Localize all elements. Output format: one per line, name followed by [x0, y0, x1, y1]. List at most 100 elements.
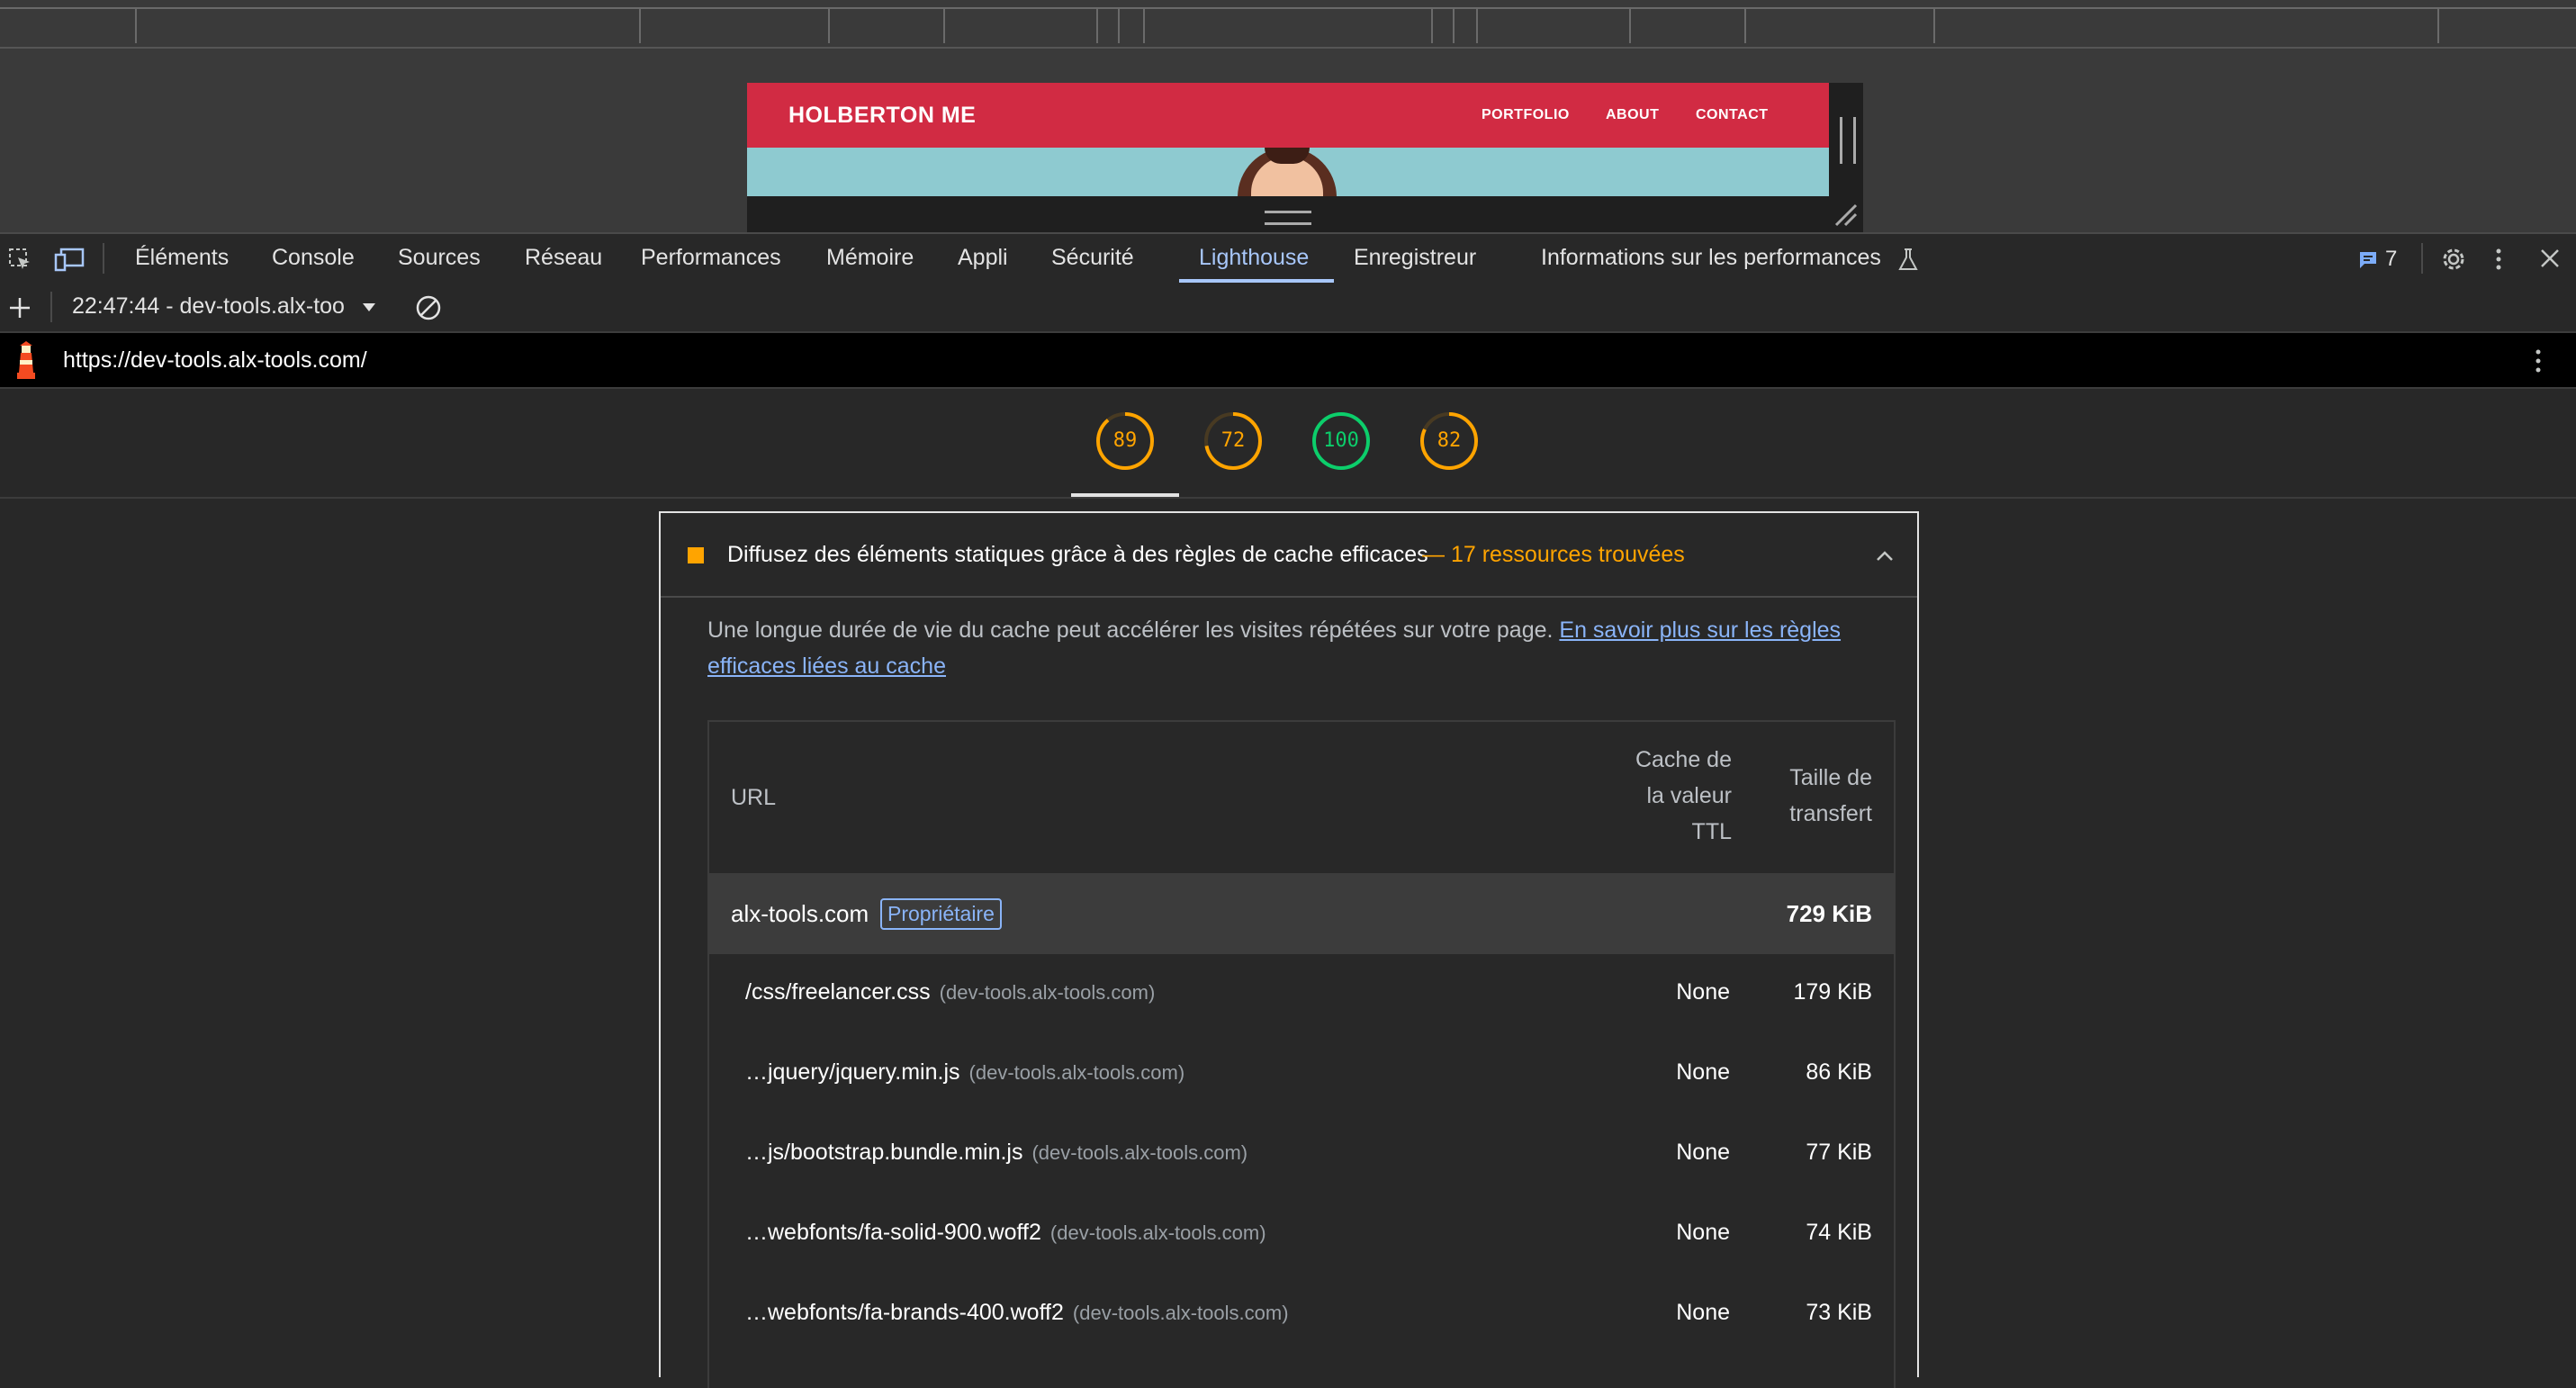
ruler-tick	[1118, 9, 1120, 43]
issues-count: 7	[2385, 247, 2398, 271]
ruler-tick	[135, 9, 137, 43]
gauge-score: 82	[1437, 429, 1462, 452]
resource-path: /css/freelancer.css	[745, 979, 931, 1005]
report-url[interactable]: https://dev-tools.alx-tools.com/	[63, 347, 367, 374]
resource-size: 179 KiB	[1793, 979, 1872, 1005]
table-row: /css/freelancer.css (dev-tools.alx-tools.…	[709, 954, 1894, 1034]
resource-url[interactable]: …webfonts/fa-solid-900.woff2 (dev-tools.a…	[745, 1220, 1266, 1246]
gauge-active-indicator	[1071, 493, 1179, 497]
table-row: …jquery/jquery.min.js (dev-tools.alx-tool…	[709, 1034, 1894, 1114]
devtools-tabbar: Éléments Console Sources Réseau Performa…	[0, 232, 2576, 286]
gauge-score: 89	[1112, 429, 1138, 452]
gauge-best-practices[interactable]: 100	[1311, 410, 1372, 472]
resource-host: (dev-tools.alx-tools.com)	[1072, 1302, 1289, 1324]
resource-size: 77 KiB	[1806, 1140, 1872, 1165]
chevron-up-icon[interactable]	[1872, 544, 1897, 569]
resource-ttl: None	[1676, 1300, 1730, 1325]
resource-size: 86 KiB	[1806, 1059, 1872, 1085]
audit-description: Une longue durée de vie du cache peut ac…	[707, 612, 1905, 684]
inspect-icon[interactable]	[7, 247, 32, 272]
resource-path: …webfonts/fa-brands-400.woff2	[745, 1300, 1064, 1325]
resource-path: …webfonts/fa-solid-900.woff2	[745, 1220, 1041, 1245]
column-cache-ttl-line: Cache de	[1635, 747, 1732, 772]
ruler-tick	[639, 9, 641, 43]
tab-elements[interactable]: Éléments	[135, 245, 229, 271]
report-selector-value: 22:47:44 - dev-tools.alx-too	[72, 293, 345, 319]
dropdown-arrow-icon	[362, 303, 375, 312]
resize-handle-right[interactable]	[1840, 117, 1856, 164]
tab-security[interactable]: Sécurité	[1051, 245, 1134, 271]
resize-corner-icon[interactable]	[1833, 202, 1858, 227]
toolbar-separator	[50, 292, 52, 322]
resource-url[interactable]: /css/freelancer.css (dev-tools.alx-tools.…	[745, 979, 1155, 1005]
active-tab-indicator	[1179, 279, 1334, 283]
resize-handle-bottom[interactable]	[1265, 211, 1311, 225]
column-transfer-size: Taille de transfert	[1789, 760, 1872, 832]
close-icon[interactable]	[2538, 247, 2562, 270]
site-navbar: HOLBERTON ME PORTFOLIO ABOUT CONTACT	[747, 83, 1829, 148]
tab-application[interactable]: Appli	[958, 245, 1008, 271]
score-gauges: 89 72 100 82	[0, 389, 2576, 499]
device-toggle-icon[interactable]	[54, 247, 85, 272]
resource-size: 73 KiB	[1806, 1300, 1872, 1325]
resource-ttl: None	[1676, 979, 1730, 1005]
table-header: URL Cache de la valeur TTL Taille de tra…	[709, 722, 1894, 875]
tab-network[interactable]: Réseau	[525, 245, 602, 271]
column-cache-ttl-line: la valeur	[1646, 783, 1733, 808]
table-row: …webfonts/fa-brands-400.woff2 (dev-tools.…	[709, 1275, 1894, 1355]
gauge-score: 100	[1323, 429, 1359, 452]
audit-panel: Diffusez des éléments statiques grâce à …	[659, 511, 1919, 1388]
flask-icon	[1898, 248, 1918, 270]
tab-memory[interactable]: Mémoire	[826, 245, 914, 271]
audit-title: Diffusez des éléments statiques grâce à …	[727, 542, 1428, 567]
resource-path: …jquery/jquery.min.js	[745, 1059, 960, 1085]
site-nav-portfolio[interactable]: PORTFOLIO	[1482, 107, 1570, 123]
column-url: URL	[731, 785, 777, 810]
tab-performance[interactable]: Performances	[641, 245, 781, 271]
site-nav-about[interactable]: ABOUT	[1606, 107, 1659, 123]
ruler-tick	[1476, 9, 1478, 43]
gauge-performance[interactable]: 89	[1094, 410, 1156, 472]
site-hero	[747, 148, 1829, 196]
clear-icon[interactable]	[414, 293, 443, 322]
site-brand[interactable]: HOLBERTON ME	[788, 103, 976, 129]
table-row: …webfonts/fa-solid-900.woff2 (dev-tools.a…	[709, 1194, 1894, 1275]
plus-icon[interactable]	[7, 295, 32, 320]
audit-description-text: Une longue durée de vie du cache peut ac…	[707, 617, 1554, 643]
resource-url[interactable]: …js/bootstrap.bundle.min.js (dev-tools.al…	[745, 1140, 1247, 1166]
gear-icon[interactable]	[2439, 245, 2468, 274]
ruler-line	[0, 7, 2576, 9]
tab-sources[interactable]: Sources	[398, 245, 481, 271]
issues-button[interactable]: 7	[2358, 247, 2405, 272]
lighthouse-logo-icon	[17, 341, 35, 379]
ruler-tick	[1629, 9, 1631, 43]
gauge-accessibility[interactable]: 72	[1202, 410, 1264, 472]
site-nav-contact[interactable]: CONTACT	[1696, 107, 1769, 123]
gauge-seo[interactable]: 82	[1419, 410, 1480, 472]
audit-header[interactable]: Diffusez des éléments statiques grâce à …	[661, 513, 1917, 598]
tab-lighthouse[interactable]: Lighthouse	[1199, 245, 1309, 271]
ruler-tick	[1096, 9, 1098, 43]
resource-host: (dev-tools.alx-tools.com)	[1049, 1221, 1266, 1244]
resource-url[interactable]: …webfonts/fa-brands-400.woff2 (dev-tools.…	[745, 1300, 1289, 1326]
cache-table: URL Cache de la valeur TTL Taille de tra…	[707, 720, 1896, 1388]
responsive-ruler	[0, 0, 2576, 49]
report-selector[interactable]: 22:47:44 - dev-tools.alx-too	[72, 293, 376, 320]
tab-console[interactable]: Console	[272, 245, 355, 271]
resource-host: (dev-tools.alx-tools.com)	[1031, 1141, 1248, 1164]
tab-performance-insights[interactable]: Informations sur les performances	[1541, 245, 1881, 271]
toolbar-separator	[103, 243, 104, 274]
url-bar-menu-icon[interactable]	[2531, 346, 2545, 376]
group-host: alx-tools.com	[731, 900, 869, 927]
toolbar-separator	[2421, 243, 2423, 274]
tab-recorder[interactable]: Enregistreur	[1354, 245, 1476, 271]
ruler-tick	[1453, 9, 1455, 43]
audit-display-value: — 17 ressources trouvées	[1422, 542, 1685, 567]
resource-url[interactable]: …jquery/jquery.min.js (dev-tools.alx-tool…	[745, 1059, 1184, 1086]
ruler-tick	[2437, 9, 2439, 43]
report-url-bar: https://dev-tools.alx-tools.com/	[0, 333, 2576, 389]
resource-ttl: None	[1676, 1140, 1730, 1165]
ruler-tick	[1933, 9, 1935, 43]
resource-path: …js/bootstrap.bundle.min.js	[745, 1140, 1023, 1165]
kebab-menu-icon[interactable]	[2491, 245, 2506, 274]
